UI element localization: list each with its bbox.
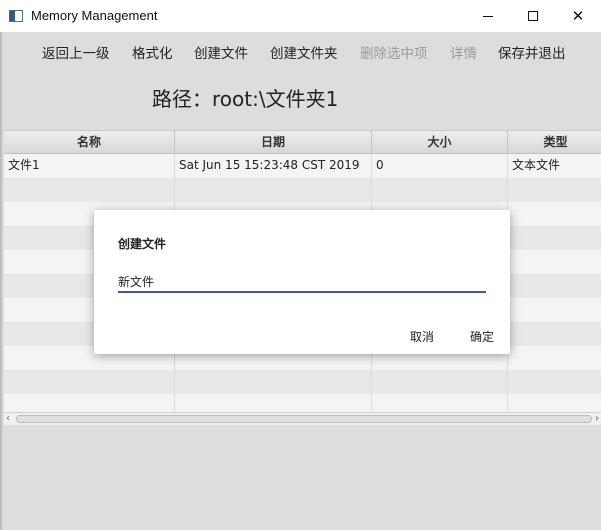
column-header-size[interactable]: 大小	[372, 131, 508, 154]
column-header-name[interactable]: 名称	[4, 131, 175, 154]
format-button[interactable]: 格式化	[132, 42, 173, 62]
cell-size: 0	[372, 154, 508, 178]
table-row-empty	[4, 370, 601, 394]
column-header-date[interactable]: 日期	[175, 131, 372, 154]
table-row[interactable]: 文件1 Sat Jun 15 15:23:48 CST 2019 0 文本文件	[4, 154, 601, 178]
column-header-type[interactable]: 类型	[508, 131, 601, 154]
file-name-input[interactable]	[118, 271, 486, 293]
table-header: 名称 日期 大小 类型	[4, 130, 601, 154]
create-file-dialog: 创建文件 取消 确定	[94, 210, 510, 354]
scroll-left-arrow-icon[interactable]: ‹	[6, 413, 10, 425]
maximize-icon	[528, 11, 538, 21]
window-title: Memory Management	[31, 8, 158, 23]
ok-button[interactable]: 确定	[470, 328, 494, 345]
cancel-button[interactable]: 取消	[410, 328, 434, 345]
scrollbar-thumb[interactable]	[16, 415, 592, 423]
close-icon: ✕	[571, 7, 585, 25]
cell-type: 文本文件	[512, 158, 561, 172]
cell-name: 文件1	[4, 154, 175, 178]
save-exit-button[interactable]: 保存并退出	[498, 42, 566, 62]
scroll-right-arrow-icon[interactable]: ›	[595, 413, 599, 425]
table-row-empty	[4, 178, 601, 202]
details-button[interactable]: 详情	[450, 42, 477, 62]
maximize-button[interactable]	[510, 0, 556, 32]
table-row-empty	[4, 394, 601, 412]
create-file-button[interactable]: 创建文件	[194, 42, 248, 62]
horizontal-scrollbar[interactable]: ‹ ›	[4, 412, 601, 425]
minimize-button[interactable]	[465, 0, 511, 32]
path-label: 路径：root:\文件夹1	[152, 87, 339, 111]
back-button[interactable]: 返回上一级	[42, 42, 110, 62]
title-bar: Memory Management ✕	[0, 0, 601, 32]
dialog-title: 创建文件	[118, 237, 167, 251]
create-folder-button[interactable]: 创建文件夹	[270, 42, 338, 62]
minimize-icon	[483, 15, 493, 17]
toolbar: 返回上一级 格式化 创建文件 创建文件夹 删除选中项 详情 保存并退出	[2, 42, 601, 64]
app-window-icon	[9, 10, 23, 22]
cell-date: Sat Jun 15 15:23:48 CST 2019	[175, 154, 372, 178]
close-button[interactable]: ✕	[555, 0, 601, 32]
delete-selected-button[interactable]: 删除选中项	[360, 42, 428, 62]
